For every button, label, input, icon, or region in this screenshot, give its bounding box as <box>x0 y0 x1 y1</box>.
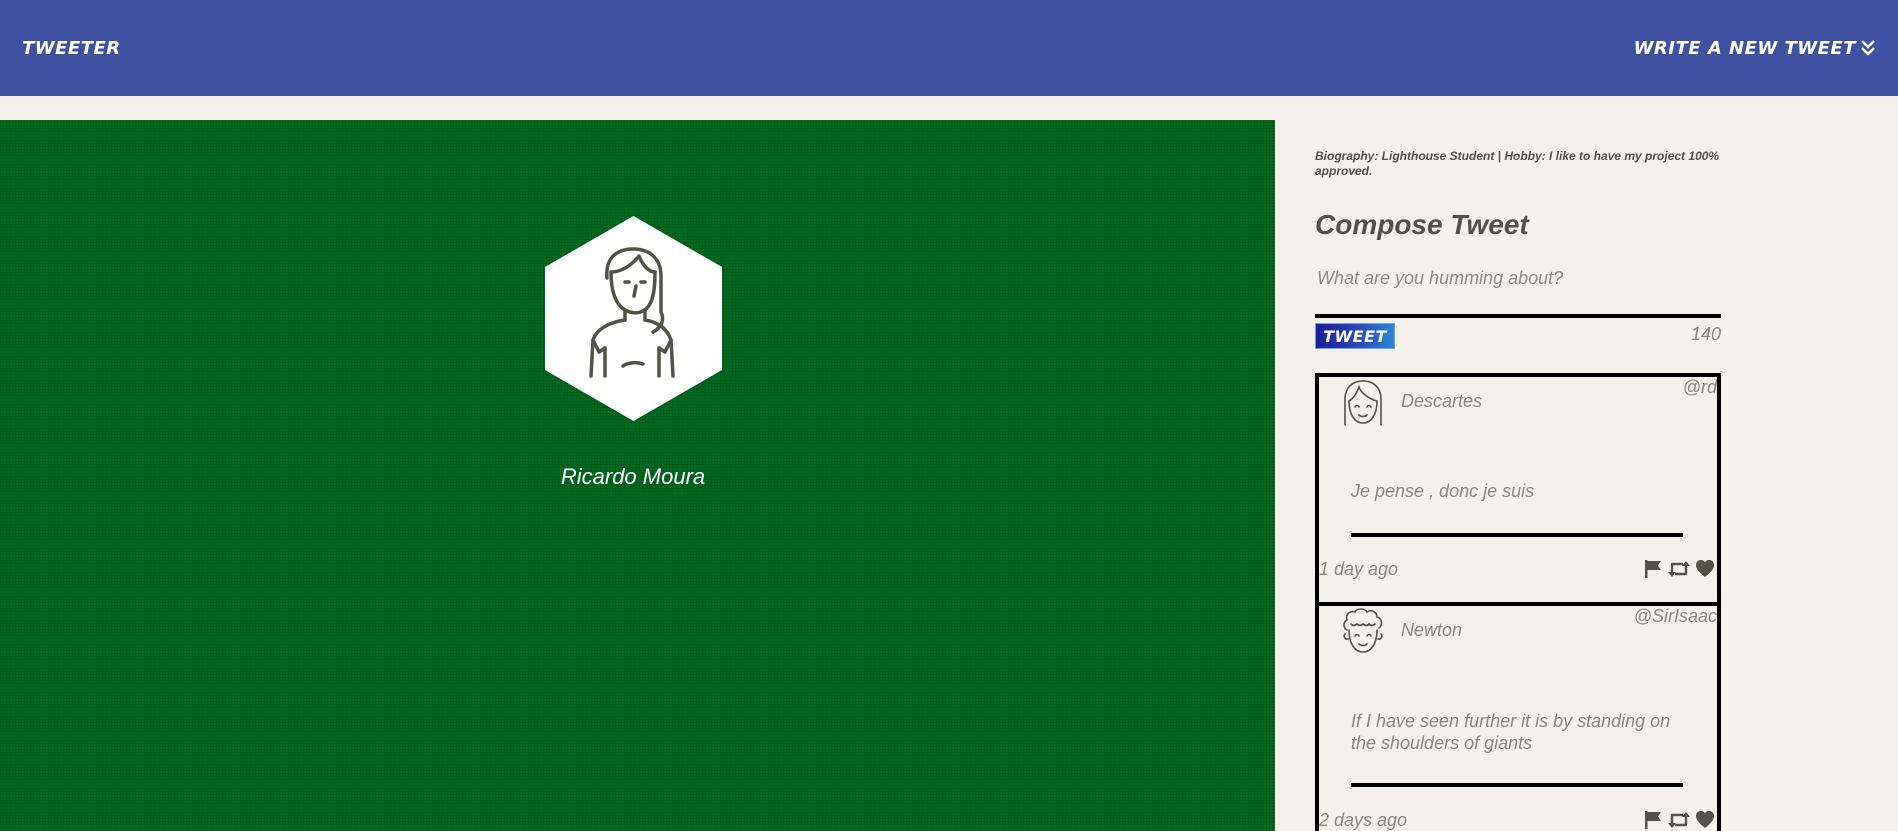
heart-icon[interactable] <box>1695 559 1715 584</box>
write-new-tweet-label: WRITE A NEW TWEET <box>1633 37 1856 59</box>
compose-title: Compose Tweet <box>1315 209 1529 240</box>
tweet-textarea[interactable] <box>1315 262 1721 318</box>
tweet-divider <box>1351 783 1683 787</box>
biography-text: Biography: Lighthouse Student | Hobby: I… <box>1315 149 1720 178</box>
flag-icon[interactable] <box>1643 810 1663 831</box>
profile-panel: Ricardo Moura <box>0 120 1275 831</box>
tweet-content: Je pense , donc je suis <box>1351 481 1535 501</box>
tweet-divider <box>1351 533 1683 537</box>
write-new-tweet-link[interactable]: WRITE A NEW TWEET <box>1634 38 1876 59</box>
tweet-author-name: Newton <box>1401 620 1463 640</box>
woman-avatar-icon <box>545 216 722 421</box>
top-navbar: TWEETER WRITE A NEW TWEET <box>0 0 1898 96</box>
tweet-actions <box>1643 810 1715 831</box>
tweet-author-handle: @rd <box>1682 377 1717 397</box>
tweet-date: 2 days ago <box>1319 810 1408 830</box>
tweet-content: If I have seen further it is by standing… <box>1351 711 1671 753</box>
tweet-card: Newton @SirIsaac If I have seen further … <box>1315 602 1721 831</box>
retweet-icon[interactable] <box>1667 810 1691 831</box>
tweet-author-name: Descartes <box>1401 391 1483 411</box>
tweet-author-handle: @SirIsaac <box>1633 606 1717 626</box>
heart-icon[interactable] <box>1695 810 1715 831</box>
tweet-button[interactable]: TWEET <box>1315 323 1395 349</box>
retweet-icon[interactable] <box>1667 559 1691 584</box>
tweet-card: Descartes @rd Je pense , donc je suis 1 … <box>1315 373 1721 607</box>
brand-logo[interactable]: TWEETER <box>22 38 121 59</box>
double-chevron-down-icon <box>1861 40 1875 56</box>
tweet-date: 1 day ago <box>1319 559 1399 579</box>
character-counter: 140 <box>1690 324 1721 344</box>
profile-name: Ricardo Moura <box>560 464 706 489</box>
flag-icon[interactable] <box>1643 559 1663 584</box>
girl-avatar-icon <box>1344 380 1382 426</box>
curly-hair-avatar-icon <box>1343 608 1383 653</box>
tweet-actions <box>1643 559 1715 584</box>
